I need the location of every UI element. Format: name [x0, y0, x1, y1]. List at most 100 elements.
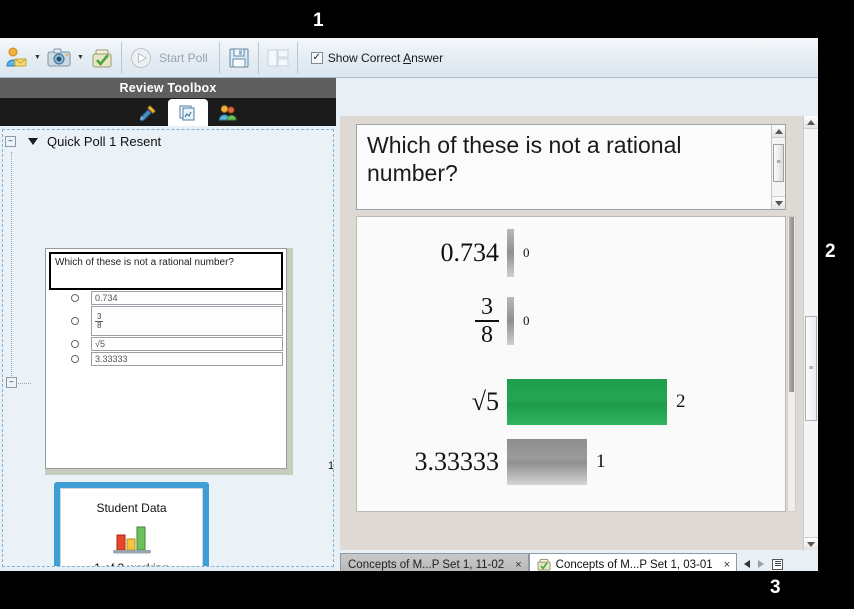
thumbnail-option-3: √5	[49, 337, 283, 351]
scroll-up-button[interactable]	[804, 116, 818, 129]
toolbar-group-class: ▼ ▼	[0, 38, 118, 78]
chart-value-label: 0	[523, 313, 530, 329]
scroll-up-button[interactable]	[772, 125, 785, 138]
close-icon[interactable]: ×	[724, 559, 730, 571]
question-page-thumbnail[interactable]: Which of these is not a rational number?…	[45, 248, 287, 469]
chart-category-label: √5	[471, 387, 499, 416]
toolbar-separator-1	[121, 41, 122, 74]
document-tab-2[interactable]: Concepts of M...P Set 1, 03-01 ×	[528, 553, 738, 571]
results-bar-chart[interactable]: 0.734 0 3 8 0 √5 2 3.33333 1	[356, 216, 786, 512]
start-poll-button[interactable]	[126, 43, 156, 73]
caret-down-icon	[774, 200, 783, 206]
scroll-down-button[interactable]	[772, 196, 785, 209]
chart-row-2: 3 8 0	[357, 295, 530, 348]
toolbar-separator-2	[218, 41, 220, 74]
document-tabbar: Concepts of M...P Set 1, 11-02 × Concept…	[340, 553, 818, 571]
chart-category-label: 3 8	[357, 295, 507, 348]
chart-bar[interactable]	[507, 439, 587, 485]
chart-value-label: 2	[676, 391, 686, 412]
question-text: Which of these is not a rational number?	[367, 132, 682, 187]
chart-bar[interactable]	[507, 297, 514, 346]
chart-row-4: 3.33333 1	[357, 439, 606, 485]
show-correct-answer-checkbox[interactable]: ✓ Show Correct Answer	[310, 51, 443, 65]
student-data-working: 1 of 3 working	[94, 561, 169, 566]
tree-disclosure-triangle-icon[interactable]	[28, 137, 38, 145]
tab-list-icon[interactable]	[772, 558, 784, 570]
tools-tab[interactable]	[128, 100, 168, 126]
scroll-thumb[interactable]: ≡	[805, 316, 817, 421]
results-panel: Which of these is not a rational number?…	[340, 116, 818, 571]
fraction-numerator: 3	[475, 295, 499, 323]
chart-row-1: 0.734 0	[357, 229, 530, 277]
document-tab-label: Concepts of M...P Set 1, 03-01	[555, 558, 713, 571]
next-tab-icon[interactable]	[758, 560, 765, 568]
screen-capture-button[interactable]	[44, 43, 74, 73]
toolbar-separator-3	[257, 41, 259, 74]
student-data-card-inner: Student Data 1 of 3 working 2 of 3 submi…	[60, 488, 203, 566]
grip-icon: ≡	[776, 159, 781, 167]
radio-icon	[71, 294, 79, 302]
close-icon[interactable]: ×	[515, 559, 521, 571]
thumbnail-option-4: 3.33333	[49, 352, 283, 366]
thumbnail-option-1: 0.734	[49, 291, 283, 305]
save-button[interactable]	[224, 43, 254, 73]
chart-inner-scrollbar[interactable]	[787, 216, 796, 512]
fraction: 3 8	[95, 312, 104, 330]
tree-expander-icon[interactable]: –	[5, 135, 16, 147]
thumbnail-option-fraction: 3 8	[91, 306, 283, 336]
document-icon	[537, 558, 551, 571]
thumbnail-option-text: 3.33333	[91, 352, 283, 366]
send-to-class-dropdown-arrow[interactable]: ▼	[32, 43, 43, 73]
document-tab-label: Concepts of M...P Set 1, 11-02	[348, 558, 505, 571]
radio-icon	[71, 355, 79, 363]
start-poll-label[interactable]: Start Poll	[157, 51, 216, 65]
question-scrollbar[interactable]: ≡	[771, 125, 785, 209]
annotation-3: 3	[770, 577, 781, 598]
collect-from-class-button[interactable]	[87, 43, 117, 73]
document-tab-1[interactable]: Concepts of M...P Set 1, 11-02 ×	[340, 553, 529, 571]
send-to-class-button[interactable]	[1, 43, 31, 73]
previous-tab-icon[interactable]	[744, 560, 751, 568]
tree-connector-line-2	[18, 383, 31, 384]
thumbnail-option-2: 3 8	[49, 306, 283, 336]
chart-bar-correct[interactable]	[507, 379, 667, 425]
results-panel-scrollbar[interactable]: ≡	[803, 116, 818, 550]
grip-icon: ≡	[808, 364, 814, 372]
scroll-thumb[interactable]	[789, 217, 794, 392]
tree-root-row[interactable]: – Quick Poll 1 Resent	[3, 130, 333, 152]
fraction: 3 8	[475, 295, 499, 348]
pages-tab[interactable]	[168, 99, 208, 126]
tree-connector-line	[11, 152, 12, 384]
toolbar-group-save	[223, 38, 294, 78]
students-tab[interactable]	[208, 100, 248, 126]
caret-down-icon	[807, 541, 815, 547]
caret-up-icon	[774, 128, 783, 134]
chart-bar[interactable]	[507, 229, 514, 277]
pages-tree[interactable]: – Quick Poll 1 Resent – Which of these i…	[2, 129, 334, 567]
thumbnail-page-number: 1	[328, 460, 334, 472]
student-data-card[interactable]: Student Data 1 of 3 working 2 of 3 submi…	[54, 482, 209, 566]
checkbox-box[interactable]: ✓	[310, 51, 323, 64]
screen-capture-dropdown-arrow[interactable]: ▼	[75, 43, 86, 73]
main-toolbar: ▼ ▼ Start Poll ✓ Show Correct Answer	[0, 38, 818, 78]
tree-root-label: Quick Poll 1 Resent	[47, 133, 162, 149]
tree-child-expander-icon[interactable]: –	[6, 377, 17, 388]
chart-row-3: √5 2	[357, 379, 686, 425]
question-textbox[interactable]: Which of these is not a rational number?…	[356, 124, 786, 210]
chart-value-label: 0	[523, 245, 530, 260]
review-toolbox-panel: Review Toolbox – Quick Poll 1 Resent – W…	[0, 78, 336, 571]
scroll-down-button[interactable]	[804, 537, 818, 550]
caret-up-icon	[807, 119, 815, 125]
fraction-denominator: 8	[97, 320, 102, 330]
tab-navigation	[737, 553, 784, 571]
toolbar-separator-4	[296, 41, 298, 74]
radio-icon	[71, 340, 79, 348]
table-view-button[interactable]	[263, 43, 293, 73]
fraction-denominator: 8	[481, 322, 493, 349]
results-canvas: Which of these is not a rational number?…	[340, 116, 803, 550]
thumbnail-option-text: 0.734	[91, 291, 283, 305]
scroll-track[interactable]: ≡	[772, 138, 785, 196]
chart-value-label: 1	[596, 451, 606, 472]
thumbnail-question-text: Which of these is not a rational number?	[49, 252, 283, 290]
scroll-thumb[interactable]: ≡	[773, 144, 784, 182]
